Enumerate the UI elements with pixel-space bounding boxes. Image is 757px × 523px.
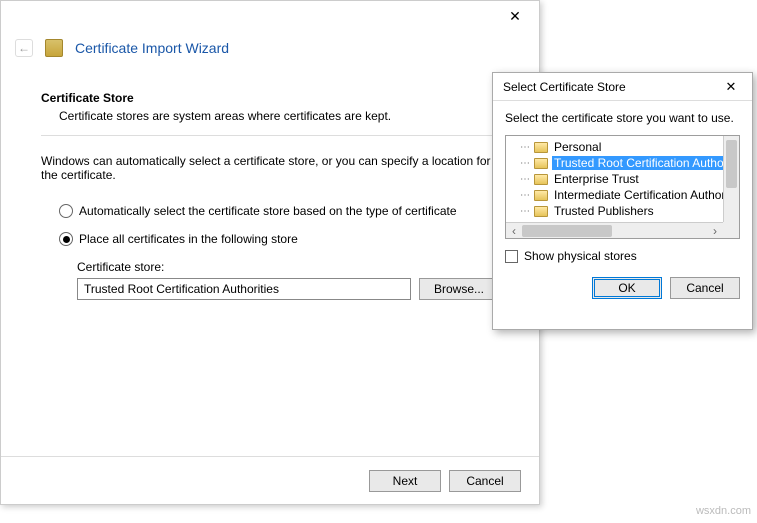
cancel-button[interactable]: Cancel — [449, 470, 521, 492]
folder-icon — [534, 206, 548, 217]
radio-manual-label: Place all certificates in the following … — [79, 232, 298, 246]
tree-toggle-icon: ⋯ — [520, 206, 530, 217]
tree-toggle-icon: ⋯ — [520, 142, 530, 153]
tree-item[interactable]: ⋯Trusted Root Certification Authorities — [510, 155, 735, 171]
wizard-header: ← Certificate Import Wizard — [1, 31, 539, 61]
tree-item[interactable]: ⋯ Trusted Publishers — [510, 203, 735, 219]
radio-auto[interactable]: Automatically select the certificate sto… — [59, 204, 499, 218]
close-icon[interactable]: ✕ — [499, 4, 531, 28]
separator — [41, 135, 499, 136]
show-physical-label: Show physical stores — [524, 249, 637, 263]
chevron-right-icon[interactable]: › — [707, 224, 723, 238]
select-store-dialog: Select Certificate Store ✕ Select the ce… — [492, 72, 753, 330]
tree-item[interactable]: ⋯ Personal — [510, 139, 735, 155]
cancel-button[interactable]: Cancel — [670, 277, 740, 299]
dialog-instruction: Select the certificate store you want to… — [505, 111, 740, 125]
store-block: Certificate store: Browse... — [77, 260, 499, 300]
instruction-text: Windows can automatically select a certi… — [41, 154, 499, 182]
close-icon[interactable]: ✕ — [716, 77, 746, 97]
radio-auto-label: Automatically select the certificate sto… — [79, 204, 457, 218]
tree-item-label: Intermediate Certification Authorities — [552, 188, 740, 202]
radio-icon — [59, 232, 73, 246]
certificate-icon — [45, 39, 63, 57]
radio-icon — [59, 204, 73, 218]
tree-item-label: Enterprise Trust — [552, 172, 641, 186]
next-button[interactable]: Next — [369, 470, 441, 492]
ok-button[interactable]: OK — [592, 277, 662, 299]
scrollbar-horizontal[interactable]: ‹ › — [506, 222, 723, 238]
scrollbar-vertical[interactable] — [723, 136, 739, 222]
folder-icon — [534, 190, 548, 201]
radio-manual[interactable]: Place all certificates in the following … — [59, 232, 499, 246]
section-heading: Certificate Store — [41, 91, 499, 105]
wizard-titlebar: ✕ — [1, 1, 539, 31]
tree-toggle-icon: ⋯ — [520, 190, 530, 201]
folder-icon — [534, 158, 548, 169]
scroll-corner — [723, 222, 739, 238]
tree-toggle-icon: ⋯ — [520, 174, 530, 185]
radio-group: Automatically select the certificate sto… — [59, 204, 499, 246]
tree-item-label: Trusted Root Certification Authorities — [552, 156, 740, 170]
wizard-content: Certificate Store Certificate stores are… — [1, 61, 539, 310]
store-label: Certificate store: — [77, 260, 499, 274]
dialog-title: Select Certificate Store — [503, 80, 626, 94]
folder-icon — [534, 142, 548, 153]
dialog-titlebar: Select Certificate Store ✕ — [493, 73, 752, 101]
checkbox-icon — [505, 250, 518, 263]
folder-icon — [534, 174, 548, 185]
store-input[interactable] — [77, 278, 411, 300]
dialog-buttons: OK Cancel — [505, 277, 740, 299]
store-tree: ⋯Personal⋯Trusted Root Certification Aut… — [505, 135, 740, 239]
dialog-body: Select the certificate store you want to… — [493, 101, 752, 309]
tree-item-label: Personal — [552, 140, 603, 154]
tree-item[interactable]: ⋯ Enterprise Trust — [510, 171, 735, 187]
tree-toggle-icon: ⋯ — [520, 158, 530, 169]
tree-item[interactable]: ⋯Intermediate Certification Authorities — [510, 187, 735, 203]
watermark: wsxdn.com — [696, 505, 751, 517]
wizard-footer: Next Cancel — [1, 456, 539, 504]
wizard-title: Certificate Import Wizard — [75, 40, 229, 56]
back-arrow-icon[interactable]: ← — [15, 39, 33, 57]
show-physical-checkbox[interactable]: Show physical stores — [505, 249, 740, 263]
chevron-left-icon[interactable]: ‹ — [506, 224, 522, 238]
section-subtext: Certificate stores are system areas wher… — [59, 109, 499, 123]
wizard-window: ✕ ← Certificate Import Wizard Certificat… — [0, 0, 540, 505]
browse-button[interactable]: Browse... — [419, 278, 499, 300]
tree-item-label: Trusted Publishers — [552, 204, 656, 218]
